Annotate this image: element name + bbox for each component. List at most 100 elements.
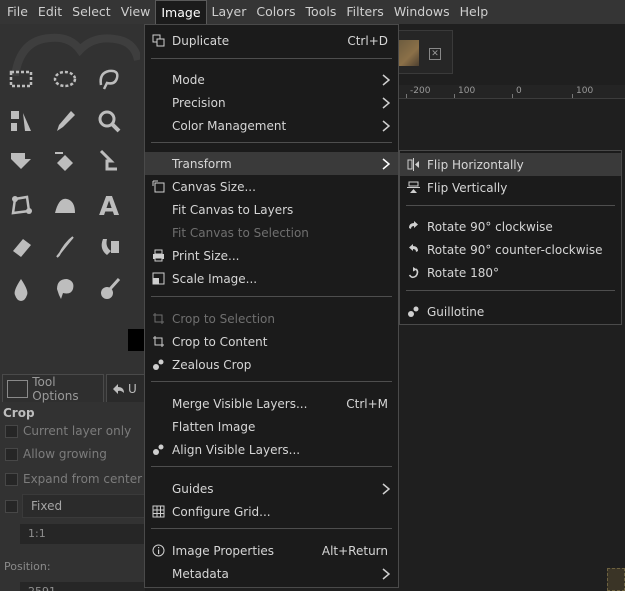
color-picker-icon[interactable] (48, 104, 82, 138)
flatten-image-item[interactable]: Flatten Image (145, 415, 398, 438)
allow-growing-checkbox[interactable] (5, 447, 18, 461)
metadata-item[interactable]: Metadata (145, 562, 398, 585)
scale-image-icon (151, 272, 165, 286)
print-size-item[interactable]: Print Size... (145, 244, 398, 267)
duplicate-item[interactable]: Duplicate Ctrl+D (145, 29, 398, 52)
tab-undo-history[interactable]: U (106, 374, 145, 402)
horizontal-ruler: -200 100 0 100 (398, 85, 625, 99)
align-visible-layers-item[interactable]: Align Visible Layers... (145, 438, 398, 461)
tab-tool-options-label: Tool Options (32, 374, 79, 403)
ruler-label: 0 (516, 86, 522, 96)
menu-image[interactable]: Image (155, 0, 207, 25)
ellipse-select-icon[interactable] (48, 62, 82, 96)
warp-icon[interactable] (48, 188, 82, 222)
paintbrush-icon[interactable] (92, 272, 126, 306)
image-properties-item[interactable]: Image Properties Alt+Return (145, 539, 398, 562)
guillotine-item[interactable]: Guillotine (400, 300, 621, 323)
menu-file[interactable]: File (2, 0, 33, 24)
crop-to-content-label: Crop to Content (172, 334, 268, 349)
menu-help[interactable]: Help (455, 0, 494, 24)
foreground-color-swatch[interactable] (128, 329, 145, 351)
fuzzy-select-icon[interactable] (4, 104, 38, 138)
free-select-icon[interactable] (92, 62, 126, 96)
rotate-180-icon (406, 266, 420, 280)
rotate-180-label: Rotate 180° (427, 265, 500, 280)
rotate-90-clockwise-label: Rotate 90° clockwise (427, 219, 553, 234)
image-thumbnail (397, 40, 419, 66)
current-layer-only-checkbox[interactable] (5, 424, 18, 438)
path-icon[interactable] (4, 188, 38, 222)
menu-windows[interactable]: Windows (389, 0, 455, 24)
tab-tool-options[interactable]: Tool Options (2, 374, 104, 403)
fixed-mode-select[interactable]: Fixed (22, 494, 145, 518)
expand-from-center-row[interactable]: Expand from center (5, 470, 142, 488)
rotate-90-clockwise-item[interactable]: Rotate 90° clockwise (400, 215, 621, 238)
allow-growing-row[interactable]: Allow growing (5, 445, 107, 463)
close-tab-icon[interactable]: ✕ (429, 48, 441, 60)
precision-item[interactable]: Precision (145, 91, 398, 114)
rotate-icon[interactable] (48, 144, 82, 178)
ruler-label: 100 (576, 86, 594, 96)
plugin-gear-icon (151, 358, 165, 372)
transform-label: Transform (172, 156, 232, 171)
move-icon[interactable] (4, 144, 38, 178)
rect-select-icon[interactable] (4, 62, 38, 96)
zealous-crop-item[interactable]: Zealous Crop (145, 353, 398, 376)
separator (151, 381, 392, 382)
position-x-field[interactable]: 2591 (20, 582, 145, 591)
image-properties-shortcut: Alt+Return (321, 543, 388, 558)
menubar: File Edit Select View Image Layer Colors… (0, 0, 625, 25)
flip-horizontal-icon (406, 158, 420, 172)
scale-image-item[interactable]: Scale Image... (145, 267, 398, 290)
zealous-crop-label: Zealous Crop (172, 357, 252, 372)
dock-tabs: Tool Options U (0, 374, 145, 404)
tool-options-icon (7, 379, 29, 398)
navigate-corner-icon[interactable] (607, 568, 625, 591)
eraser-icon[interactable] (4, 230, 38, 264)
flip-vertically-item[interactable]: Flip Vertically (400, 176, 621, 199)
current-layer-only-row[interactable]: Current layer only (5, 422, 131, 440)
rotate-90-counter-clockwise-item[interactable]: Rotate 90° counter-clockwise (400, 238, 621, 261)
aspect-ratio-field[interactable]: 1:1 (20, 524, 145, 544)
flip-horizontally-item[interactable]: Flip Horizontally (400, 153, 621, 176)
flip-vertical-icon (406, 181, 420, 195)
menu-layer[interactable]: Layer (207, 0, 252, 24)
color-management-item[interactable]: Color Management (145, 114, 398, 137)
fixed-row[interactable] (5, 497, 23, 515)
text-icon[interactable]: A (92, 188, 126, 222)
menu-edit[interactable]: Edit (33, 0, 67, 24)
rotate-180-item[interactable]: Rotate 180° (400, 261, 621, 284)
dodge-icon[interactable] (4, 272, 38, 306)
menu-select[interactable]: Select (67, 0, 116, 24)
chevron-right-icon (382, 157, 390, 170)
crop-to-content-item[interactable]: Crop to Content (145, 330, 398, 353)
guides-item[interactable]: Guides (145, 477, 398, 500)
ink-icon[interactable] (48, 230, 82, 264)
fit-canvas-to-selection-item: Fit Canvas to Selection (145, 221, 398, 244)
transform-item[interactable]: Transform (145, 152, 398, 175)
color-management-label: Color Management (172, 118, 287, 133)
fixed-checkbox[interactable] (5, 499, 18, 513)
flip-vertically-label: Flip Vertically (427, 180, 508, 195)
crop-to-selection-label: Crop to Selection (172, 311, 275, 326)
fit-canvas-to-layers-label: Fit Canvas to Layers (172, 202, 294, 217)
menu-colors[interactable]: Colors (251, 0, 300, 24)
merge-visible-layers-item[interactable]: Merge Visible Layers... Ctrl+M (145, 392, 398, 415)
smudge-icon[interactable] (92, 230, 126, 264)
menu-filters[interactable]: Filters (341, 0, 388, 24)
mode-item[interactable]: Mode (145, 68, 398, 91)
canvas-size-item[interactable]: Canvas Size... (145, 175, 398, 198)
expand-from-center-checkbox[interactable] (5, 472, 18, 486)
separator (406, 290, 615, 291)
configure-grid-item[interactable]: Configure Grid... (145, 500, 398, 523)
svg-text:A: A (99, 192, 119, 219)
merge-visible-layers-label: Merge Visible Layers... (172, 396, 308, 411)
menu-view[interactable]: View (116, 0, 156, 24)
crop-icon[interactable] (92, 144, 126, 178)
zoom-icon[interactable] (92, 104, 126, 138)
chevron-right-icon (382, 119, 390, 132)
duplicate-shortcut: Ctrl+D (347, 33, 388, 48)
menu-tools[interactable]: Tools (301, 0, 342, 24)
clone-icon[interactable] (48, 272, 82, 306)
fit-canvas-to-layers-item[interactable]: Fit Canvas to Layers (145, 198, 398, 221)
